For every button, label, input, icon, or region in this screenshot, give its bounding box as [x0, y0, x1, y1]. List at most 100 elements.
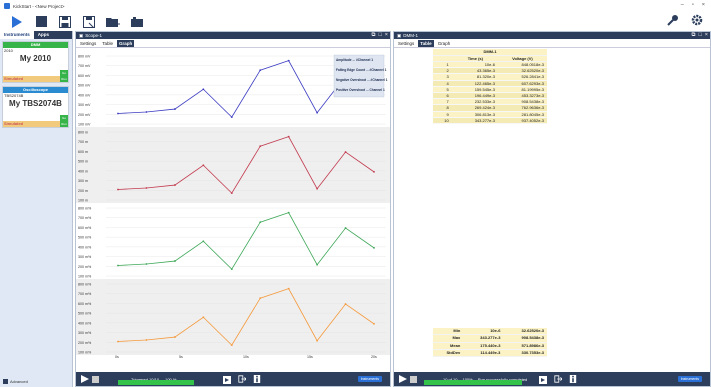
y-tick-label: 400 m [78, 169, 88, 173]
y-tick-label: 500 m% [78, 312, 92, 316]
run-button[interactable] [10, 15, 24, 29]
instrument-card-dmm[interactable]: DMM 2010 My 2010 Simulated Go Run [2, 41, 69, 83]
data-point [230, 116, 233, 119]
restore-icon[interactable]: □ [698, 32, 701, 39]
key-icon[interactable] [667, 14, 679, 26]
data-point [230, 344, 233, 347]
toolbar-right [667, 14, 703, 26]
restore-icon[interactable]: □ [378, 32, 381, 39]
export-icon[interactable] [238, 375, 246, 383]
legend-entry: Falling Edge Count ... #Channel 1 [336, 68, 387, 72]
instruments-button[interactable]: Instruments [357, 376, 382, 382]
save-icon [59, 15, 71, 28]
scope-graph: 800 mV 700 mV 600 mV 500 mV 400 mV 300 mV 200 … [76, 51, 390, 359]
stop-button[interactable] [34, 15, 48, 29]
progress-bar [424, 380, 522, 385]
app-logo-icon [4, 3, 10, 9]
data-point [259, 297, 262, 300]
data-point [117, 264, 119, 267]
data-point [173, 108, 176, 110]
tab-graph[interactable]: Graph [117, 39, 135, 47]
instruments-panel: Instruments Apps DMM 2010 My 2010 Simula… [0, 31, 73, 387]
popout-icon[interactable]: ⧉ [692, 32, 696, 39]
stat-row: Max 343.277e-3 908.5438e-3 [433, 334, 547, 343]
close-icon[interactable]: × [385, 32, 388, 39]
data-point [173, 260, 176, 262]
popout-icon[interactable]: ⧉ [372, 32, 376, 39]
y-tick-label: 800 mV [78, 55, 91, 59]
advanced-icon [3, 379, 8, 384]
legend-entry: Amplitude ... #Channel 1 [336, 58, 373, 62]
tab-instruments[interactable]: Instruments [0, 31, 34, 39]
stat-voltage: 571.8986e-3 [503, 342, 547, 350]
dmm-pane: ▣ DMM-1 ⧉ □ × Settings Table Graph DMM-1… [393, 31, 711, 387]
instrument-go-button[interactable]: Go Run [60, 115, 68, 127]
left-panel-tabs: Instruments Apps [0, 31, 72, 39]
advanced-toggle[interactable]: Advanced [3, 379, 28, 384]
legend-entry: Negative Overshoot ... #Channel 1 [336, 78, 388, 82]
data-point [202, 164, 205, 167]
window-controls: – ▫ × [681, 2, 705, 8]
data-point [316, 111, 319, 114]
tab-table[interactable]: Table [418, 39, 434, 47]
y-tick-label: 700 m% [78, 216, 92, 220]
x-tick-label: 0s [115, 355, 119, 359]
y-tick-label: 300 mV [78, 103, 91, 107]
step-icon[interactable] [539, 376, 547, 384]
y-tick-label: 200 m [78, 189, 88, 193]
stop-icon[interactable] [410, 375, 417, 383]
maximize-icon[interactable]: ▫ [692, 2, 694, 8]
gear-icon[interactable] [691, 14, 703, 26]
scope-pane-icon: ▣ [79, 33, 84, 38]
save-button[interactable] [58, 15, 72, 29]
save-as-button[interactable] [82, 15, 96, 29]
data-point [202, 240, 205, 243]
data-point [316, 187, 319, 190]
stat-row: Min 10e-6 32.62520e-3 [433, 328, 547, 336]
legend-entry: Positive Overshoot ... Channel 1 [336, 88, 385, 92]
data-point [259, 221, 262, 224]
data-point [145, 187, 148, 189]
data-point [230, 268, 233, 271]
instrument-card-scope[interactable]: Oscilloscope TBS2074B My TBS2074B Simula… [2, 86, 69, 128]
data-point [259, 145, 262, 148]
close-icon[interactable]: × [702, 2, 705, 8]
stat-label: Mean [433, 342, 464, 350]
x-tick-label: 15s [307, 355, 313, 359]
run-icon[interactable] [399, 375, 407, 383]
stop-icon[interactable] [92, 375, 99, 383]
export-icon[interactable] [554, 375, 562, 383]
close-icon[interactable]: × [705, 32, 708, 39]
data-point [117, 188, 119, 191]
main-toolbar [0, 12, 711, 31]
tab-graph[interactable]: Graph [436, 40, 453, 47]
run-icon[interactable] [81, 375, 89, 383]
instrument-status: Simulated [3, 76, 61, 82]
dmm-bottom-bar: 10 of 10 100% Run successfully completed… [394, 372, 710, 386]
dmm-pane-controls: ⧉ □ × [692, 32, 708, 39]
info-icon[interactable] [569, 375, 577, 383]
data-point [287, 287, 290, 290]
scope-pane: ▣ Scope-1 ⧉ □ × Settings Table Graph 800… [75, 31, 391, 387]
scope-bottom-bar: Triggered 10/10 100 % Instruments [76, 372, 390, 386]
tab-settings[interactable]: Settings [396, 40, 416, 47]
progress-bar [118, 380, 194, 385]
y-tick-label: 100 m% [78, 351, 92, 355]
instrument-name: My 2010 [19, 54, 52, 63]
info-icon[interactable] [253, 375, 261, 383]
data-point [344, 227, 347, 229]
step-icon[interactable] [223, 376, 231, 384]
y-tick-label: 100 m% [78, 275, 92, 279]
instrument-button[interactable] [130, 15, 144, 29]
tab-settings[interactable]: Settings [78, 40, 98, 47]
instrument-go-button[interactable]: Go Run [60, 70, 68, 82]
x-tick-label: 10s [243, 355, 249, 359]
instruments-button[interactable]: Instruments [677, 376, 702, 382]
tab-apps[interactable]: Apps [34, 31, 53, 39]
open-button[interactable] [106, 15, 120, 29]
minimize-icon[interactable]: – [681, 2, 684, 8]
y-tick-label: 600 m% [78, 302, 92, 306]
y-tick-label: 600 m [78, 150, 88, 154]
tab-table[interactable]: Table [100, 40, 115, 47]
x-tick-label: 20s [371, 355, 377, 359]
